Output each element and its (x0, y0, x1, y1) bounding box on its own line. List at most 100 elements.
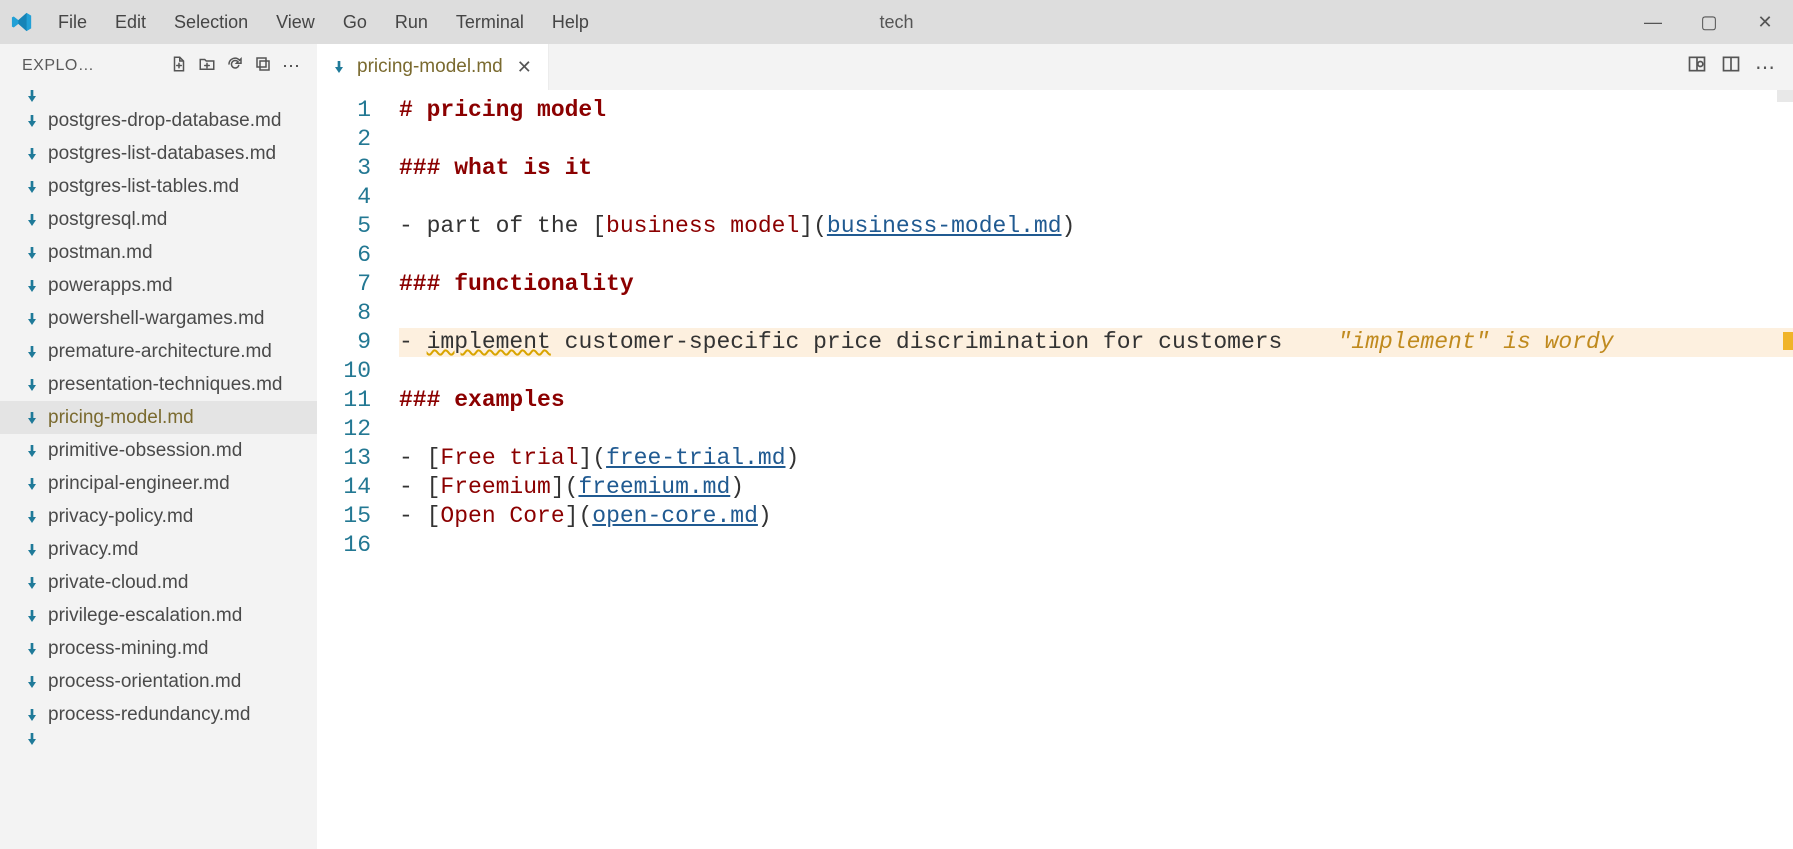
code-line[interactable] (399, 241, 1793, 270)
code-line[interactable] (399, 415, 1793, 444)
file-row[interactable]: principal-engineer.md (0, 467, 317, 500)
menu-run[interactable]: Run (381, 12, 442, 33)
line-number: 9 (317, 328, 371, 357)
refresh-icon[interactable] (221, 55, 249, 78)
file-row[interactable]: postman.md (0, 236, 317, 269)
markdown-file-icon (24, 88, 40, 104)
markdown-file-icon (24, 443, 40, 459)
file-name: postgres-list-databases.md (48, 143, 276, 165)
markdown-file-icon (24, 377, 40, 393)
file-name: process-orientation.md (48, 671, 241, 693)
file-row[interactable]: privilege-escalation.md (0, 599, 317, 632)
explorer-files[interactable]: postgres-drop-database.md postgres-list-d… (0, 88, 317, 849)
code[interactable]: # pricing model ### what is it - part of… (399, 90, 1793, 849)
markdown-file-icon (24, 179, 40, 195)
file-row[interactable]: premature-architecture.md (0, 335, 317, 368)
markdown-file-icon (24, 509, 40, 525)
file-name: process-mining.md (48, 638, 209, 660)
code-line[interactable]: # pricing model (399, 96, 1793, 125)
menu-help[interactable]: Help (538, 12, 603, 33)
minimize-icon[interactable]: ― (1625, 0, 1681, 44)
more-actions-icon[interactable]: ⋯ (1755, 55, 1775, 80)
file-row[interactable]: primitive-obsession.md (0, 434, 317, 467)
markdown-file-icon (24, 608, 40, 624)
markdown-file-icon (24, 113, 40, 129)
code-line[interactable]: - [Free trial](free-trial.md) (399, 444, 1793, 473)
file-row[interactable]: process-mining.md (0, 632, 317, 665)
menu-go[interactable]: Go (329, 12, 381, 33)
new-folder-icon[interactable] (193, 55, 221, 78)
menu-selection[interactable]: Selection (160, 12, 262, 33)
line-number: 11 (317, 386, 371, 415)
tab-pricing-model[interactable]: pricing-model.md ✕ (317, 44, 549, 90)
file-row[interactable]: process-orientation.md (0, 665, 317, 698)
code-line[interactable] (399, 357, 1793, 386)
file-row[interactable]: postgres-list-databases.md (0, 137, 317, 170)
markdown-file-icon (24, 641, 40, 657)
file-row[interactable]: postgres-drop-database.md (0, 104, 317, 137)
file-row[interactable]: process-redundancy.md (0, 698, 317, 731)
body: EXPLO… ⋯ postgres-drop-database.mdpostgr… (0, 44, 1793, 849)
open-preview-icon[interactable] (1687, 54, 1707, 80)
line-number: 2 (317, 125, 371, 154)
code-line[interactable] (399, 183, 1793, 212)
code-line[interactable]: - part of the [business model](business-… (399, 212, 1793, 241)
menu-terminal[interactable]: Terminal (442, 12, 538, 33)
maximize-icon[interactable]: ▢ (1681, 0, 1737, 44)
file-name: postgresql.md (48, 209, 167, 231)
file-name: pricing-model.md (48, 407, 194, 429)
file-row[interactable] (0, 88, 317, 104)
line-number: 3 (317, 154, 371, 183)
line-number: 4 (317, 183, 371, 212)
editor-actions: ⋯ (1687, 44, 1793, 90)
overview-ruler[interactable] (1777, 90, 1793, 102)
file-name: privacy.md (48, 539, 138, 561)
file-name: powershell-wargames.md (48, 308, 264, 330)
menu-edit[interactable]: Edit (101, 12, 160, 33)
code-line[interactable] (399, 299, 1793, 328)
file-row[interactable]: privacy-policy.md (0, 500, 317, 533)
markdown-file-icon (24, 707, 40, 723)
file-row[interactable]: powerapps.md (0, 269, 317, 302)
code-line[interactable]: ### functionality (399, 270, 1793, 299)
tab-close-icon[interactable]: ✕ (513, 57, 536, 78)
file-name: postman.md (48, 242, 153, 264)
menu-view[interactable]: View (262, 12, 329, 33)
close-icon[interactable]: ✕ (1737, 0, 1793, 44)
code-line[interactable]: ### examples (399, 386, 1793, 415)
markdown-file-icon (24, 575, 40, 591)
code-line[interactable]: - [Open Core](open-core.md) (399, 502, 1793, 531)
line-number: 15 (317, 502, 371, 531)
file-row[interactable]: postgresql.md (0, 203, 317, 236)
file-name: primitive-obsession.md (48, 440, 242, 462)
line-number: 12 (317, 415, 371, 444)
code-line[interactable]: ### what is it (399, 154, 1793, 183)
warning-marker-icon[interactable] (1783, 332, 1793, 350)
file-row[interactable]: pricing-model.md (0, 401, 317, 434)
more-icon[interactable]: ⋯ (277, 56, 305, 77)
tab-label: pricing-model.md (357, 56, 503, 78)
markdown-file-icon (24, 146, 40, 162)
collapse-all-icon[interactable] (249, 55, 277, 78)
file-name: postgres-list-tables.md (48, 176, 239, 198)
file-row[interactable]: presentation-techniques.md (0, 368, 317, 401)
file-name (48, 88, 53, 104)
split-editor-icon[interactable] (1721, 54, 1741, 80)
markdown-file-icon (24, 731, 40, 747)
editor[interactable]: 12345678910111213141516 # pricing model … (317, 90, 1793, 849)
file-row[interactable]: private-cloud.md (0, 566, 317, 599)
file-row[interactable]: powershell-wargames.md (0, 302, 317, 335)
file-row[interactable] (0, 731, 317, 755)
line-number: 10 (317, 357, 371, 386)
file-name: presentation-techniques.md (48, 374, 282, 396)
menu-file[interactable]: File (44, 12, 101, 33)
code-line[interactable] (399, 531, 1793, 560)
file-row[interactable]: postgres-list-tables.md (0, 170, 317, 203)
file-name: powerapps.md (48, 275, 173, 297)
code-line-highlighted[interactable]: - implement customer-specific price disc… (399, 328, 1793, 357)
line-number: 14 (317, 473, 371, 502)
code-line[interactable] (399, 125, 1793, 154)
file-row[interactable]: privacy.md (0, 533, 317, 566)
new-file-icon[interactable] (165, 55, 193, 78)
code-line[interactable]: - [Freemium](freemium.md) (399, 473, 1793, 502)
